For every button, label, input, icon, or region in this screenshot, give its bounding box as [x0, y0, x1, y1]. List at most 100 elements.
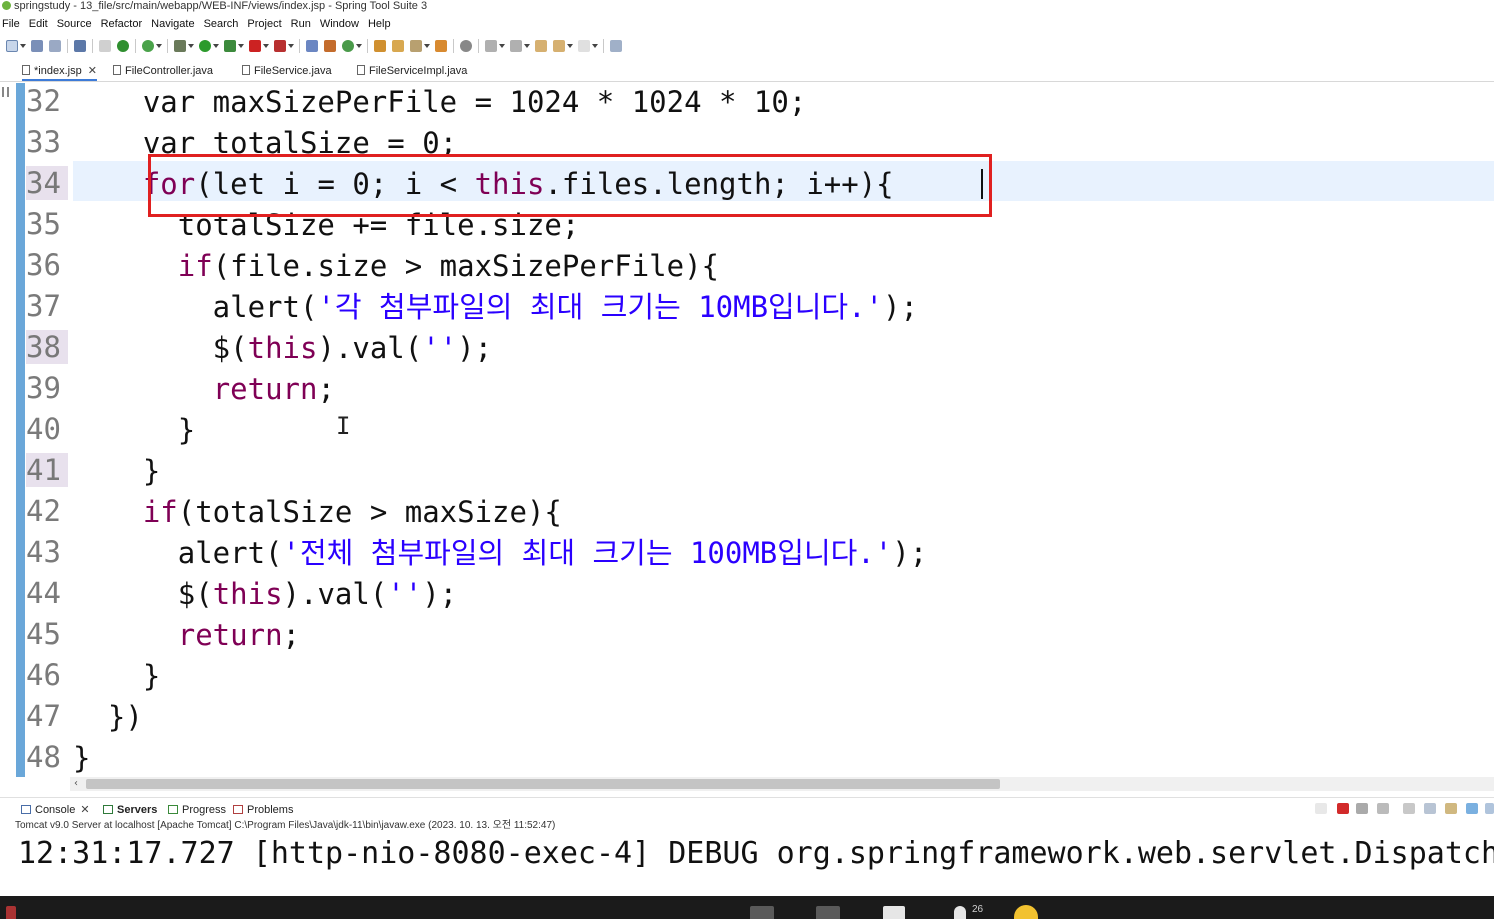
new-java-project-icon[interactable] [306, 40, 318, 52]
coverage-dropdown-icon[interactable] [238, 44, 244, 48]
menu-help[interactable]: Help [366, 14, 396, 34]
forward-icon[interactable] [578, 40, 590, 52]
new-class-icon[interactable] [342, 40, 354, 52]
search-dropdown-icon[interactable] [424, 44, 430, 48]
stop-dropdown-icon[interactable] [263, 44, 269, 48]
line-number: 41 [26, 453, 68, 487]
code-line[interactable]: } [73, 657, 160, 695]
external-tools-dropdown-icon[interactable] [288, 44, 294, 48]
stop-icon[interactable] [249, 40, 261, 52]
open-console-icon[interactable] [1485, 803, 1494, 814]
code-line[interactable]: return; [73, 370, 335, 408]
code-editor[interactable]: 32 var maxSizePerFile = 1024 * 1024 * 10… [0, 83, 1494, 777]
run-icon[interactable] [199, 40, 211, 52]
share-screen-icon[interactable] [816, 906, 840, 919]
code-line[interactable]: return; [73, 616, 300, 654]
line-number: 47 [26, 699, 61, 733]
menu-window[interactable]: Window [318, 14, 364, 34]
open-resource-icon[interactable] [392, 40, 404, 52]
previous-annotation-dropdown-icon[interactable] [524, 44, 530, 48]
tab-filecontroller-java[interactable]: FileController.java [113, 62, 213, 81]
refresh-icon[interactable] [142, 40, 154, 52]
editor-horizontal-scrollbar[interactable]: ‹ [70, 777, 1494, 791]
scroll-lock-icon[interactable] [1424, 803, 1436, 814]
code-line[interactable]: alert('각 첨부파일의 최대 크기는 10MB입니다.'); [73, 288, 918, 326]
scrollbar-thumb[interactable] [86, 779, 1000, 789]
terminate-icon[interactable] [1337, 803, 1349, 814]
console-output[interactable]: 12:31:17.727 [http-nio-8080-exec-4] DEBU… [0, 834, 1494, 896]
coverage-icon[interactable] [224, 40, 236, 52]
menu-search[interactable]: Search [202, 14, 244, 34]
forward-dropdown-icon[interactable] [592, 44, 598, 48]
mic-icon[interactable] [6, 906, 16, 919]
save-all-icon[interactable] [49, 40, 61, 52]
code-line[interactable]: if(file.size > maxSizePerFile){ [73, 247, 719, 285]
remove-launch-icon[interactable] [1356, 803, 1368, 814]
run-dropdown-icon[interactable] [213, 44, 219, 48]
terminal-icon[interactable] [74, 40, 86, 52]
close-icon[interactable]: ✕ [80, 804, 89, 816]
external-tools-icon[interactable] [274, 40, 286, 52]
skip-breakpoints-icon[interactable] [99, 40, 111, 52]
scroll-left-icon[interactable]: ‹ [74, 777, 78, 791]
clear-console-icon[interactable] [1403, 803, 1415, 814]
video-icon[interactable] [750, 906, 774, 919]
tab-console[interactable]: Console ✕ [21, 801, 90, 819]
search-icon[interactable] [410, 40, 422, 52]
debug-dropdown-icon[interactable] [188, 44, 194, 48]
menu-file[interactable]: File [0, 14, 25, 34]
code-line[interactable]: var maxSizePerFile = 1024 * 1024 * 10; [73, 83, 806, 121]
tab-index-jsp[interactable]: *index.jsp ✕ [22, 62, 97, 81]
tab-progress[interactable]: Progress [168, 801, 226, 819]
pin-console-icon[interactable] [1315, 803, 1327, 814]
tab-fileserviceimpl-java[interactable]: FileServiceImpl.java [357, 62, 467, 81]
menu-project[interactable]: Project [245, 14, 286, 34]
menu-navigate[interactable]: Navigate [149, 14, 199, 34]
back-dropdown-icon[interactable] [567, 44, 573, 48]
menu-source[interactable]: Source [55, 14, 97, 34]
tab-fileservice-java[interactable]: FileService.java [242, 62, 332, 81]
java-file-icon [242, 65, 250, 75]
refresh-dropdown-icon[interactable] [156, 44, 162, 48]
spring-boot-icon[interactable] [117, 40, 129, 52]
menu-refactor[interactable]: Refactor [99, 14, 148, 34]
line-number: 43 [26, 535, 61, 569]
participant-count: 26 [972, 904, 984, 915]
code-line[interactable]: $(this).val(''); [73, 329, 492, 367]
toolbar-separator [92, 39, 93, 53]
code-line[interactable]: } [73, 739, 90, 777]
code-line[interactable]: if(totalSize > maxSize){ [73, 493, 562, 531]
code-line[interactable]: alert('전체 첨부파일의 최대 크기는 100MB입니다.'); [73, 534, 927, 572]
code-line[interactable]: } [73, 411, 195, 449]
previous-annotation-icon[interactable] [510, 40, 522, 52]
back-icon[interactable] [553, 40, 565, 52]
emoji-reaction-icon[interactable] [1014, 905, 1038, 919]
new-dropdown-icon[interactable] [20, 44, 26, 48]
remove-all-launches-icon[interactable] [1377, 803, 1389, 814]
save-icon[interactable] [31, 40, 43, 52]
new-class-dropdown-icon[interactable] [356, 44, 362, 48]
last-edit-location-icon[interactable] [535, 40, 547, 52]
code-line[interactable]: } [73, 452, 160, 490]
word-wrap-icon[interactable] [1445, 803, 1457, 814]
next-annotation-icon[interactable] [485, 40, 497, 52]
close-icon[interactable]: ✕ [88, 65, 97, 77]
display-selected-console-icon[interactable] [1466, 803, 1478, 814]
open-type-icon[interactable] [374, 40, 386, 52]
menu-run[interactable]: Run [289, 14, 316, 34]
open-task-icon[interactable] [435, 40, 447, 52]
more-options-icon[interactable] [883, 906, 905, 919]
code-line[interactable]: $(this).val(''); [73, 575, 457, 613]
annotation-highlight-box [148, 154, 992, 217]
new-file-icon[interactable] [6, 40, 18, 52]
participants-icon[interactable] [954, 906, 966, 919]
new-package-icon[interactable] [324, 40, 336, 52]
code-line[interactable]: }) [73, 698, 143, 736]
next-annotation-dropdown-icon[interactable] [499, 44, 505, 48]
tab-servers[interactable]: Servers [103, 801, 157, 819]
menu-edit[interactable]: Edit [27, 14, 53, 34]
debug-icon[interactable] [174, 40, 186, 52]
tab-problems[interactable]: Problems [233, 801, 293, 819]
browser-icon[interactable] [460, 40, 472, 52]
pin-editor-icon[interactable] [610, 40, 622, 52]
